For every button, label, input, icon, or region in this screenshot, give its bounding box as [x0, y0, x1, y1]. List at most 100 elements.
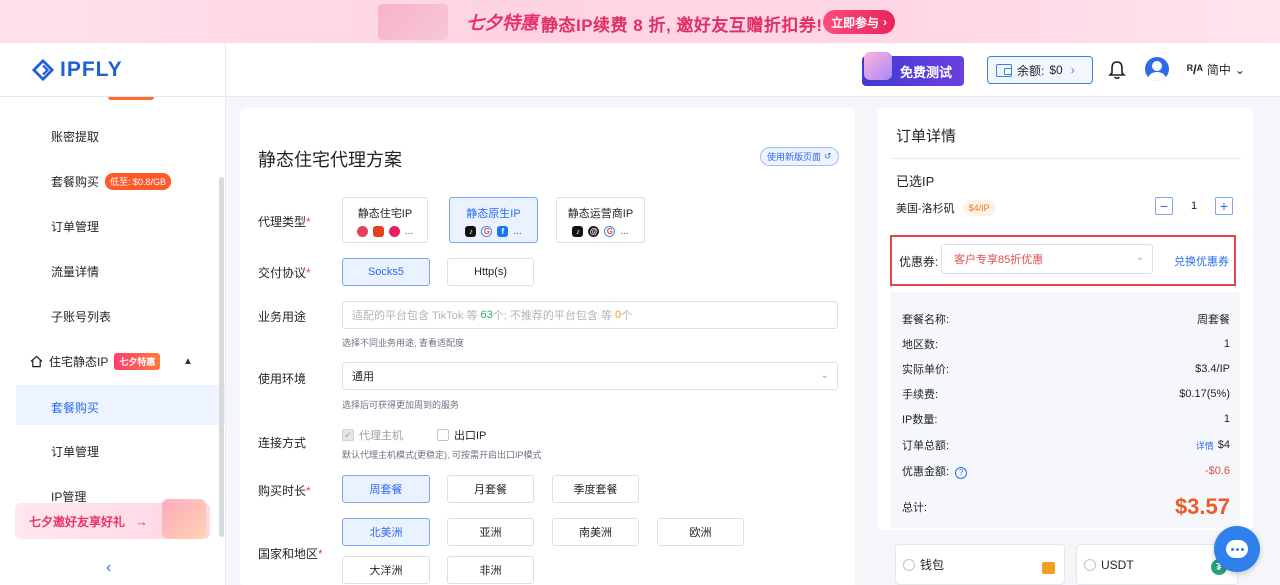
selected-location: 美国-洛杉矶 $4/IP — [896, 200, 996, 216]
quantity-value[interactable]: 1 — [1173, 200, 1215, 212]
banner-brand: 七夕特惠 — [466, 13, 538, 33]
region-africa[interactable]: 非洲 — [447, 556, 534, 584]
sidebar-active-highlight — [16, 385, 225, 425]
payment-label: USDT — [1101, 557, 1134, 572]
chevron-down-icon: ⌄ — [1135, 252, 1144, 263]
usage-count-supported: 63 — [480, 309, 493, 321]
banner-join-button[interactable]: 立即参与 › — [823, 10, 895, 34]
region-north-america[interactable]: 北美洲 — [342, 518, 430, 546]
region-south-america[interactable]: 南美洲 — [552, 518, 639, 546]
duration-weekly[interactable]: 周套餐 — [342, 475, 430, 503]
radio-icon — [903, 558, 915, 571]
region-oceania[interactable]: 大洋洲 — [342, 556, 430, 584]
sidebar-item-package-buy[interactable]: 套餐购买 低至: $0.8/GB — [51, 173, 172, 190]
usage-label: 业务用途 — [258, 310, 307, 324]
gift-illustration — [162, 499, 206, 539]
minus-button[interactable]: − — [1155, 197, 1173, 215]
order-title: 订单详情 — [896, 128, 957, 145]
plus-button[interactable]: + — [1215, 197, 1233, 215]
redeem-coupon-link[interactable]: 兑换优惠券 — [1174, 253, 1229, 269]
price-badge: 低至: $0.8/GB — [105, 173, 172, 190]
sidebar-item-orders[interactable]: 订单管理 — [51, 218, 99, 235]
protocol-https[interactable]: Http(s) — [447, 258, 534, 286]
protocol-socks5[interactable]: Socks5 — [342, 258, 430, 286]
chevron-up-icon[interactable]: ▲ — [183, 356, 193, 367]
app-icon — [372, 226, 384, 237]
total-label: 总计: — [902, 502, 928, 514]
connection-hint: 默认代理主机模式(更稳定), 可按需开启出口IP模式 — [342, 450, 542, 460]
chevron-down-icon: ⌄ — [820, 370, 829, 381]
sidebar: 账密提取 套餐购买 低至: $0.8/GB 订单管理 流量详情 子账号列表 住宅静… — [0, 97, 226, 585]
threads-icon: @ — [588, 226, 600, 237]
checkbox-icon — [437, 429, 449, 441]
promo-ribbon — [108, 97, 154, 100]
banner-text: 静态IP续费 8 折, 邀好友互赠折扣券! — [541, 16, 823, 35]
language-selector[interactable]: ᴿ/ᴬ 简中 ⌄ — [1187, 61, 1245, 78]
checkbox-checked-icon: ✓ — [342, 429, 354, 441]
region-asia[interactable]: 亚洲 — [447, 518, 534, 546]
exit-ip-checkbox[interactable]: 出口IP — [437, 427, 486, 443]
checkbox-label: 出口IP — [454, 430, 487, 442]
price-tag: $4/IP — [962, 200, 996, 216]
sidebar-subitem-orders[interactable]: 订单管理 — [51, 443, 99, 460]
coupon-section: 优惠券: 客户专享85折优惠 ⌄ 兑换优惠券 — [890, 235, 1236, 286]
balance-button[interactable]: 余额: $0 › — [987, 56, 1093, 84]
bell-icon[interactable] — [1108, 60, 1126, 80]
summary-row: 手续费: $0.17(5%) — [902, 388, 1230, 401]
sidebar-item-traffic[interactable]: 流量详情 — [51, 263, 99, 280]
avatar[interactable] — [1145, 57, 1169, 81]
refresh-icon: ↺ — [824, 151, 832, 161]
summary-row-total-order: 订单总额: 详情 $4 — [902, 439, 1230, 452]
order-summary: 套餐名称: 周套餐 地区数: 1 实际单价: $3.4/IP 手续费: $0.17(5%… — [890, 292, 1240, 528]
logo-icon — [32, 59, 54, 81]
use-new-page-button[interactable]: 使用新版页面 ↺ — [760, 147, 839, 166]
banner-join-label: 立即参与 — [830, 15, 879, 30]
sidebar-item-subaccounts[interactable]: 子账号列表 — [51, 308, 111, 325]
free-test-button[interactable]: 免费测试 — [862, 52, 964, 86]
shop-icon — [388, 226, 400, 237]
env-label: 使用环境 — [258, 372, 307, 386]
promo-banner[interactable]: 七夕特惠 静态IP续费 8 折, 邀好友互赠折扣券! 立即参与 › — [0, 0, 1280, 43]
sidebar-scrollbar[interactable] — [219, 177, 224, 537]
usage-placeholder-a: 适配的平台包含 TikTok 等 — [352, 310, 478, 322]
payment-wallet[interactable]: 钱包 — [895, 544, 1065, 585]
new-page-label: 使用新版页面 — [767, 152, 822, 162]
duration-monthly[interactable]: 月套餐 — [447, 475, 534, 503]
selected-ip-title: 已选IP — [896, 174, 935, 189]
order-detail-link[interactable]: 详情 — [1196, 439, 1214, 452]
sidebar-group-static-ip[interactable]: 住宅静态IP 七夕特惠 — [30, 353, 161, 370]
logo[interactable]: IPFLY — [0, 43, 226, 97]
wallet-icon — [1042, 562, 1055, 574]
chat-support-button[interactable] — [1214, 526, 1260, 572]
summary-row: IP数量: 1 — [902, 413, 1230, 426]
invite-banner[interactable]: 七夕邀好友享好礼 → — [15, 499, 210, 539]
env-select[interactable]: 通用 ⌄ — [342, 362, 838, 390]
location-label: 美国-洛杉矶 — [896, 203, 955, 215]
region-europe[interactable]: 欧洲 — [657, 518, 744, 546]
instagram-icon — [356, 226, 368, 237]
proxy-type-static-native[interactable]: 静态原生IP ♪ G f ... — [449, 197, 538, 243]
sidebar-item-account-extract[interactable]: 账密提取 — [51, 128, 99, 145]
proxy-type-static-residential[interactable]: 静态住宅IP ... — [342, 197, 428, 243]
promo-badge: 七夕特惠 — [114, 353, 161, 370]
usage-input[interactable]: 适配的平台包含 TikTok 等 63 个; 不推荐的平台包含 等 0个 — [342, 301, 838, 329]
proxy-type-static-isp[interactable]: 静态运营商IP ♪ @ G ... — [556, 197, 645, 243]
translate-icon: ᴿ/ᴬ — [1187, 62, 1203, 77]
more-icon: ... — [404, 225, 414, 237]
duration-quarterly[interactable]: 季度套餐 — [552, 475, 639, 503]
summary-row-discount: 优惠金额:? -$0.6 — [902, 465, 1230, 479]
gift-icon — [864, 52, 892, 80]
sidebar-subitem-package-buy[interactable]: 套餐购买 — [51, 399, 99, 416]
google-icon: G — [481, 226, 493, 237]
coupon-select[interactable]: 客户专享85折优惠 ⌄ — [941, 244, 1153, 274]
help-icon[interactable]: ? — [955, 466, 968, 479]
balance-label: 余额: — [1017, 63, 1045, 78]
proxy-host-checkbox[interactable]: ✓ 代理主机 — [342, 427, 403, 443]
collapse-sidebar-icon[interactable]: ‹ — [106, 559, 111, 577]
top-header: IPFLY 免费测试 余额: $0 › ᴿ/ᴬ 简中 ⌄ — [0, 43, 1280, 97]
option-label: 静态住宅IP — [357, 208, 413, 220]
sidebar-group-label: 住宅静态IP — [49, 355, 109, 369]
page-title: 静态住宅代理方案 — [258, 150, 402, 170]
chevron-right-icon: › — [1070, 63, 1075, 77]
invite-label: 七夕邀好友享好礼 — [29, 514, 126, 529]
